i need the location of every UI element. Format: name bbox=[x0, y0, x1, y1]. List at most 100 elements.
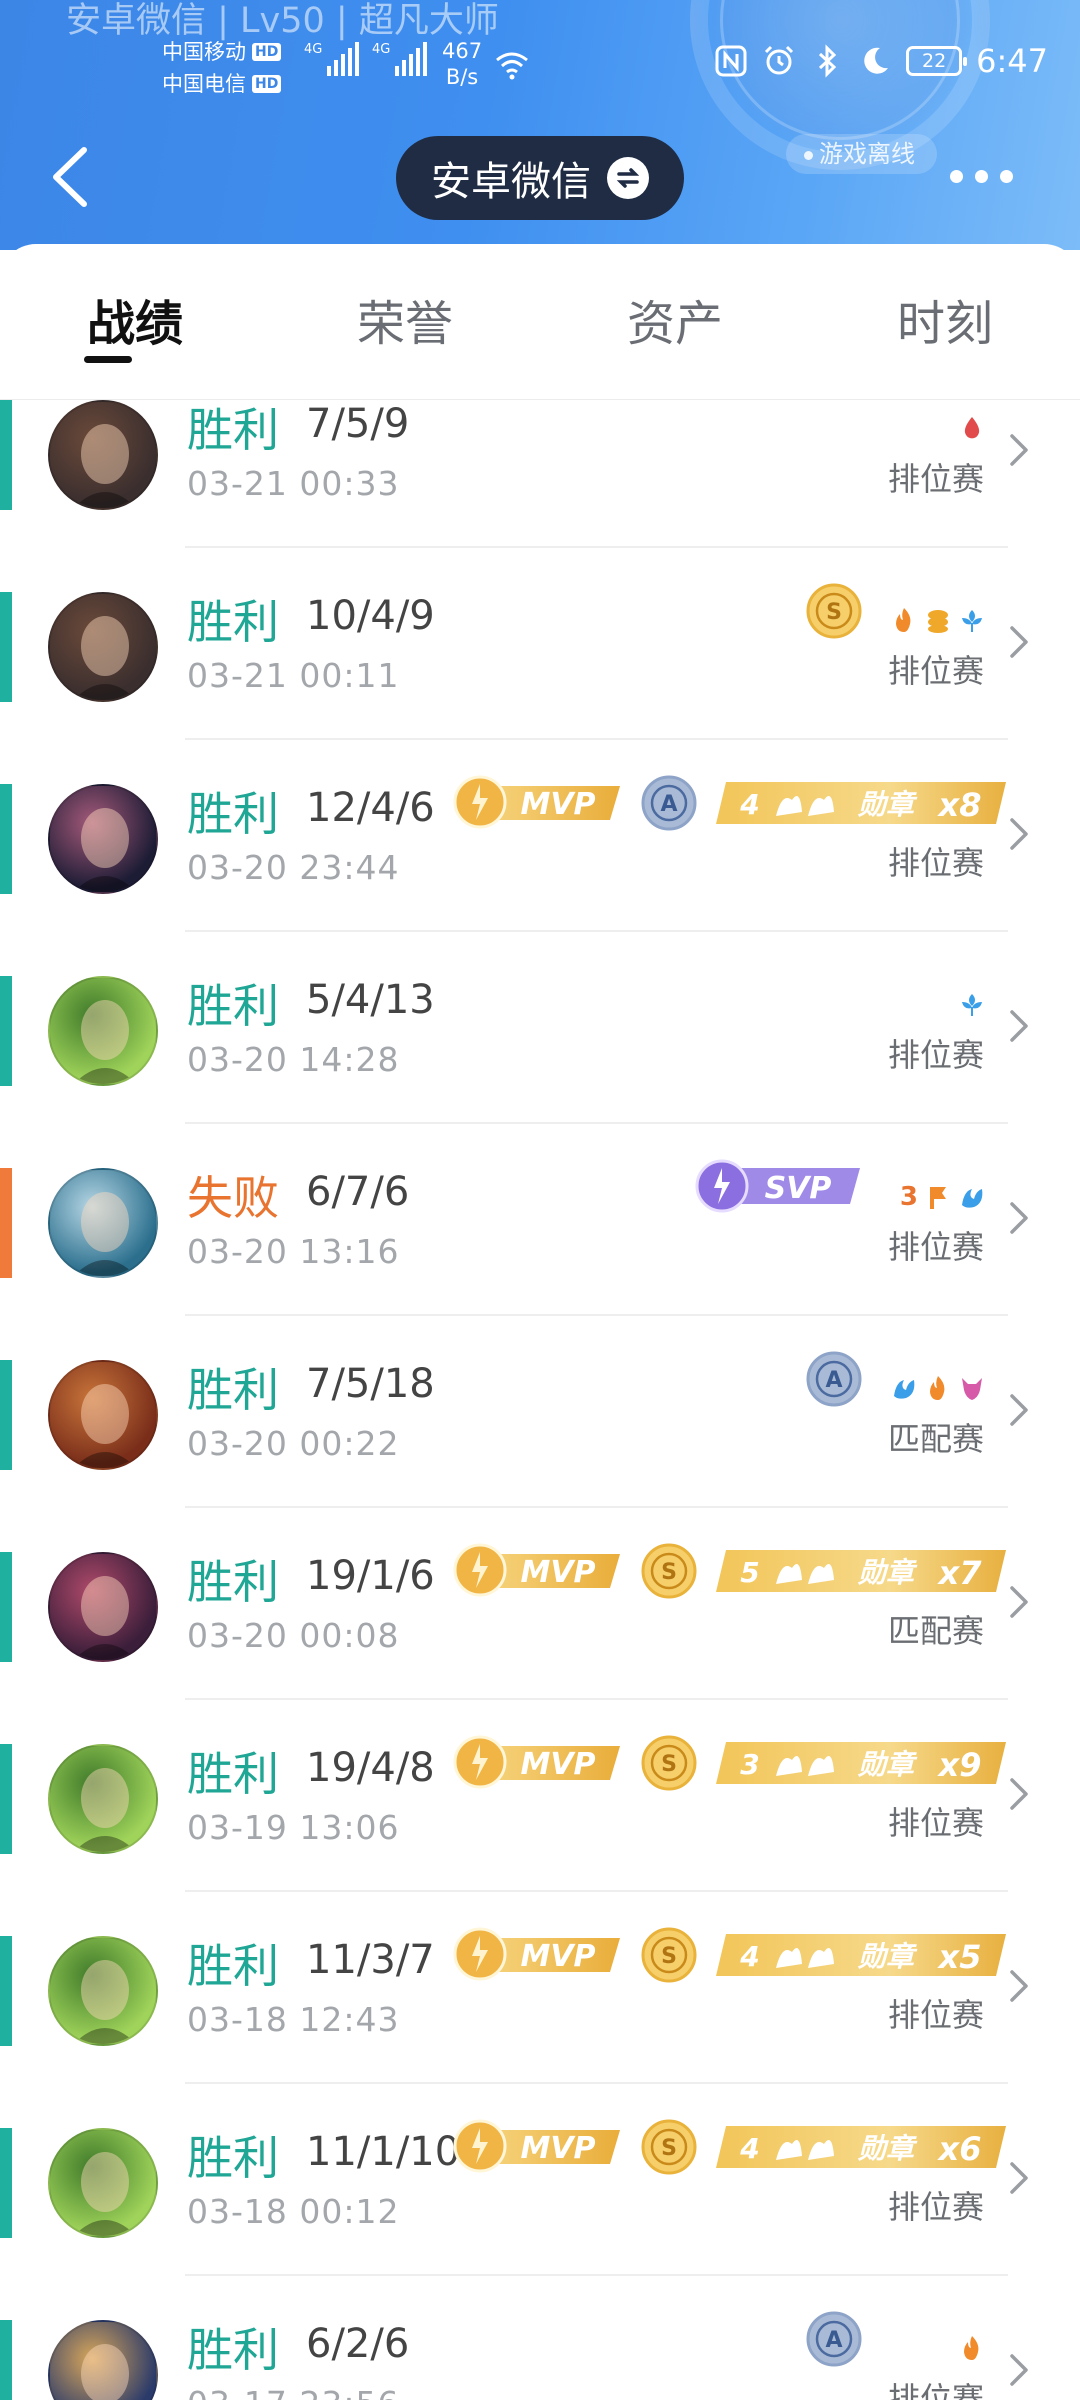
match-mode: 排位赛 bbox=[887, 1228, 984, 1266]
chevron-right-icon[interactable] bbox=[1006, 1966, 1032, 2006]
mvp-badge: MVP bbox=[453, 1927, 620, 1981]
hd-badge: HD bbox=[252, 75, 282, 93]
header-background-title: 安卓微信 | Lv50 | 超凡大师 bbox=[66, 1, 499, 41]
mvp-badge: MVP bbox=[453, 2119, 620, 2173]
wifi-icon bbox=[496, 52, 528, 80]
match-result: 胜利 bbox=[187, 595, 279, 649]
clock: 6:47 bbox=[976, 42, 1048, 80]
grade-letter: S bbox=[661, 1560, 677, 1585]
achievement-icons bbox=[958, 2334, 986, 2362]
back-arrow-icon[interactable] bbox=[44, 142, 104, 212]
drop-icon bbox=[964, 417, 980, 439]
game-status: 游戏离线 bbox=[786, 134, 937, 174]
match-time: 03-20 00:22 bbox=[187, 1424, 400, 1463]
account-name: 安卓微信 bbox=[431, 159, 591, 205]
match-list: 胜利 7/5/9 03-21 00:33 排位赛 胜利 10/4/9 03-21 00:1… bbox=[0, 400, 1080, 2400]
match-row[interactable]: 胜利 19/4/8 03-19 13:06 排位赛 MVP S 3 勋章 x9 bbox=[0, 1735, 1080, 1936]
tab-honor[interactable]: 荣誉 bbox=[320, 284, 490, 354]
result-indicator-bar bbox=[0, 1936, 12, 2046]
kda: 19/1/6 bbox=[306, 1553, 435, 1599]
tab-record[interactable]: 战绩 bbox=[50, 284, 220, 354]
tab-moments[interactable]: 时刻 bbox=[860, 284, 1030, 354]
bluetooth-icon bbox=[819, 44, 837, 78]
match-row[interactable]: 胜利 11/3/7 03-18 12:43 排位赛 MVP S 4 勋章 x5 bbox=[0, 1927, 1080, 2128]
chevron-right-icon[interactable] bbox=[1006, 1006, 1032, 1046]
account-switcher[interactable]: 安卓微信 bbox=[396, 136, 684, 220]
hd-badge: HD bbox=[252, 43, 282, 61]
signal-icon: 4G bbox=[372, 42, 428, 76]
grade-letter: A bbox=[825, 2328, 842, 2353]
chevron-right-icon[interactable] bbox=[1006, 430, 1032, 470]
medal-text: 勋章 bbox=[857, 1748, 918, 1781]
match-row[interactable]: 胜利 5/4/13 03-20 14:28 排位赛 bbox=[0, 976, 1080, 1168]
tab-assets[interactable]: 资产 bbox=[590, 284, 760, 354]
match-result: 胜利 bbox=[187, 1939, 279, 1993]
medal-count: x6 bbox=[937, 2130, 982, 2168]
match-row[interactable]: 胜利 11/1/10 03-18 00:12 排位赛 MVP S 4 勋章 x6 bbox=[0, 2119, 1080, 2320]
medal-banner: 4 勋章 x5 bbox=[716, 1934, 1006, 1976]
coins-icon bbox=[928, 610, 948, 633]
match-result: 胜利 bbox=[187, 403, 279, 457]
wave-icon bbox=[962, 1189, 983, 1208]
match-time: 03-20 00:08 bbox=[187, 1616, 400, 1655]
match-row[interactable]: 胜利 12/4/6 03-20 23:44 排位赛 MVP A 4 勋章 x8 bbox=[0, 775, 1080, 976]
match-time: 03-19 13:06 bbox=[187, 1808, 400, 1847]
row-divider bbox=[185, 1314, 1008, 1316]
net-speed: 467 B/s bbox=[442, 38, 482, 90]
match-row[interactable]: 胜利 10/4/9 03-21 00:11 排位赛 S bbox=[0, 583, 1080, 784]
game-status-text: 游戏离线 bbox=[819, 140, 915, 168]
match-time: 03-21 00:11 bbox=[187, 656, 400, 695]
demon-icon bbox=[962, 1378, 982, 1400]
medal-text: 勋章 bbox=[857, 2132, 918, 2165]
match-row[interactable]: 失败 6/7/6 03-20 13:16 排位赛 SVP 3 bbox=[0, 1159, 1080, 1360]
match-time: 03-17 23:56 bbox=[187, 2384, 399, 2400]
medal-count: x9 bbox=[937, 1746, 982, 1784]
hero-avatar bbox=[48, 2128, 158, 2238]
chevron-right-icon[interactable] bbox=[1006, 814, 1032, 854]
hero-avatar bbox=[48, 1552, 158, 1662]
match-row[interactable]: 胜利 7/5/9 03-21 00:33 排位赛 bbox=[0, 400, 1080, 592]
match-mode: 排位赛 bbox=[887, 2188, 984, 2226]
match-row[interactable]: 胜利 19/1/6 03-20 00:08 匹配赛 MVP S 5 勋章 x7 bbox=[0, 1543, 1080, 1744]
kda: 6/2/6 bbox=[306, 2321, 410, 2367]
chevron-right-icon[interactable] bbox=[1006, 1390, 1032, 1430]
kda: 12/4/6 bbox=[306, 785, 435, 831]
medal-lead: 5 bbox=[740, 1556, 759, 1589]
match-row[interactable]: 胜利 7/5/18 03-20 00:22 匹配赛 A bbox=[0, 1351, 1080, 1552]
mvp-badge: MVP bbox=[453, 775, 620, 829]
svp-badge: SVP bbox=[695, 1159, 860, 1213]
status-icons: 22 6:47 bbox=[714, 42, 1048, 80]
match-result: 胜利 bbox=[187, 2323, 279, 2377]
mvp-label: MVP bbox=[520, 787, 595, 822]
row-divider bbox=[185, 2274, 1008, 2276]
hero-avatar bbox=[48, 2320, 158, 2400]
chevron-right-icon[interactable] bbox=[1006, 2158, 1032, 2198]
battery-icon: 22 bbox=[906, 46, 968, 76]
chevron-right-icon[interactable] bbox=[1006, 1774, 1032, 1814]
carrier-info: 中国移动 HD 中国电信 HD bbox=[162, 36, 282, 100]
match-mode: 排位赛 bbox=[887, 1996, 984, 2034]
nfc-icon bbox=[715, 45, 747, 77]
more-menu-icon[interactable] bbox=[950, 170, 1013, 183]
result-indicator-bar bbox=[0, 1360, 12, 1470]
alarm-icon bbox=[765, 45, 794, 75]
result-indicator-bar bbox=[0, 400, 12, 510]
match-row[interactable]: 胜利 6/2/6 03-17 23:56 排位赛 A bbox=[0, 2311, 1080, 2400]
leaf-icon bbox=[962, 610, 982, 632]
result-indicator-bar bbox=[0, 784, 12, 894]
swap-icon bbox=[607, 157, 649, 199]
match-mode: 排位赛 bbox=[887, 844, 984, 882]
kda: 11/1/10 bbox=[306, 2129, 461, 2175]
hero-avatar bbox=[48, 592, 158, 702]
grade-letter: S bbox=[661, 1752, 677, 1777]
chevron-right-icon[interactable] bbox=[1006, 622, 1032, 662]
medal-lead: 3 bbox=[740, 1748, 759, 1781]
result-indicator-bar bbox=[0, 2320, 12, 2400]
chevron-right-icon[interactable] bbox=[1006, 1198, 1032, 1238]
match-time: 03-18 00:12 bbox=[187, 2192, 400, 2231]
chevron-right-icon[interactable] bbox=[1006, 2350, 1032, 2390]
hero-avatar bbox=[48, 976, 158, 1086]
chevron-right-icon[interactable] bbox=[1006, 1582, 1032, 1622]
result-indicator-bar bbox=[0, 1168, 12, 1278]
medal-lead: 4 bbox=[739, 2132, 759, 2165]
